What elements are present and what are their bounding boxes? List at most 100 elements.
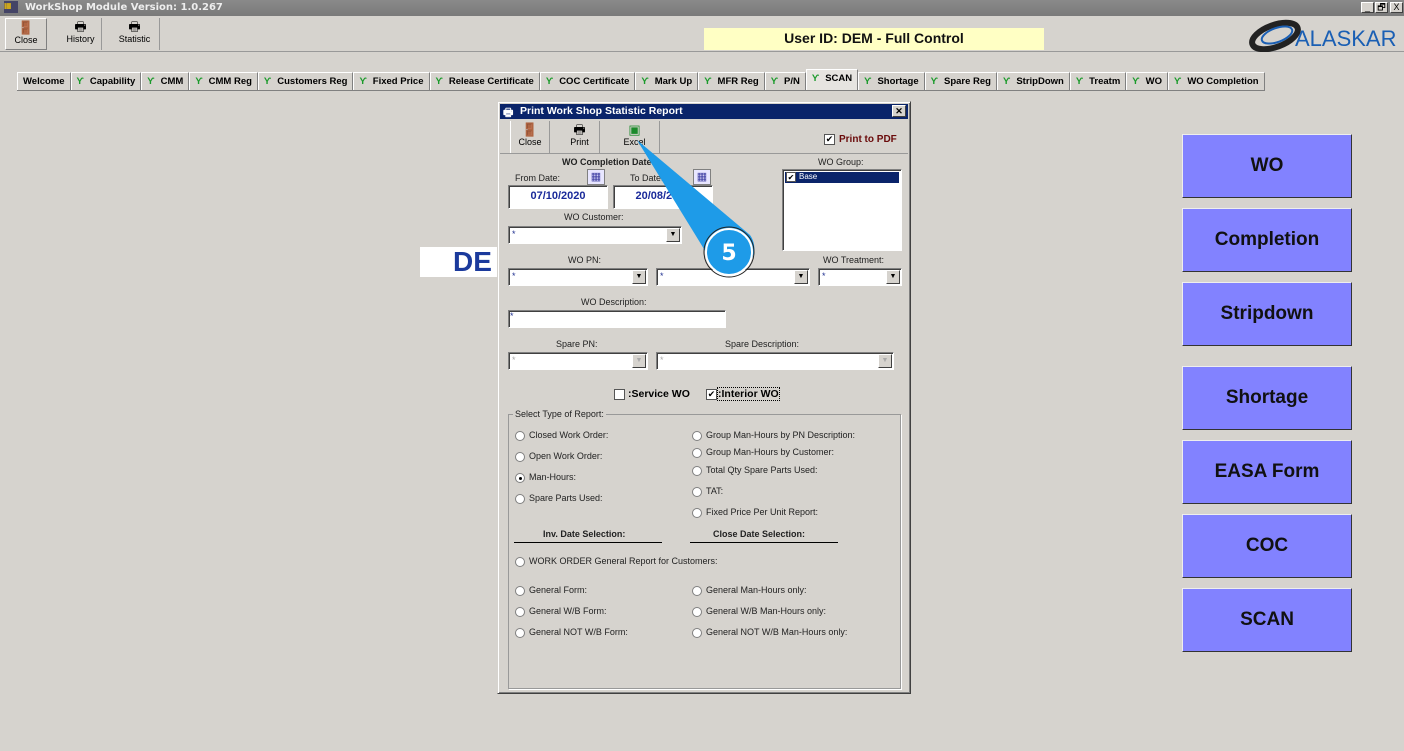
service-wo-label: :Service WO (628, 388, 690, 400)
callout-marker: 5 (637, 140, 755, 278)
print-to-pdf-checkbox[interactable]: ✔ (824, 134, 835, 145)
wo-group-list[interactable]: ✔ Base (782, 169, 902, 251)
close-date-heading: Close Date Selection: (713, 529, 806, 539)
tab-capability[interactable]: ϒ Capability (70, 72, 142, 90)
nav-button-easa-form[interactable]: EASA Form (1182, 440, 1352, 504)
report-type-radio[interactable] (692, 431, 702, 441)
pin-icon: ϒ (704, 76, 712, 87)
dialog-close-x[interactable]: ✕ (892, 105, 906, 117)
report-type-label: Total Qty Spare Parts Used: (706, 465, 818, 475)
tab-label: Spare Reg (943, 76, 991, 87)
chevron-down-icon[interactable]: ▼ (794, 270, 808, 284)
tab-customers-reg[interactable]: ϒ Customers Reg (257, 72, 354, 90)
nav-button-wo[interactable]: WO (1182, 134, 1352, 198)
tab-welcome[interactable]: Welcome (17, 72, 71, 90)
restore-button[interactable]: 🗗 (1375, 2, 1388, 13)
report-type-radio[interactable] (692, 466, 702, 476)
printer-icon: 🖶 (74, 19, 87, 34)
nav-button-scan[interactable]: SCAN (1182, 588, 1352, 652)
tab-cmm[interactable]: ϒ CMM (141, 72, 190, 90)
toolbar-statistic-button[interactable]: 🖶 Statistic (110, 18, 160, 50)
report-type-label: Group Man-Hours by Customer: (706, 447, 835, 457)
report-type-radio[interactable] (692, 448, 702, 458)
from-date-input[interactable]: 07/10/2020 (508, 185, 608, 209)
tab-shortage[interactable]: ϒ Shortage (858, 72, 925, 90)
report-type-radio[interactable] (692, 487, 702, 497)
tab-p-n[interactable]: ϒ P/N (764, 72, 806, 90)
spare-pn-combo[interactable]: * ▼ (508, 352, 648, 370)
toolbar-close-button[interactable]: 🚪 Close (5, 18, 47, 50)
tab-scan[interactable]: ϒ SCAN (805, 69, 859, 90)
toolbar-history-button[interactable]: 🖶 History (60, 18, 102, 50)
nav-button-coc[interactable]: COC (1182, 514, 1352, 578)
wo-description-input[interactable]: * (508, 310, 726, 328)
printer-icon: 🖶 (573, 122, 586, 137)
interior-wo-checkbox[interactable]: ✔ (706, 389, 717, 400)
tab-mfr-reg[interactable]: ϒ MFR Reg (698, 72, 765, 90)
tab-wo-completion[interactable]: ϒ WO Completion (1167, 72, 1265, 90)
module-tabs: Welcome ϒ Capability ϒ CMM ϒ CMM Reg ϒ Customers… (17, 69, 1265, 91)
report-type-label: General Form: (529, 585, 588, 595)
tab-label: CMM Reg (208, 76, 252, 87)
tab-treatm[interactable]: ϒ Treatm (1069, 72, 1127, 90)
tab-stripdown[interactable]: ϒ StripDown (996, 72, 1070, 90)
spare-description-combo[interactable]: * ▼ (656, 352, 894, 370)
pin-icon: ϒ (811, 73, 820, 84)
report-type-radio[interactable] (515, 494, 525, 504)
interior-wo-label: :Interior WO (717, 387, 780, 401)
tab-spare-reg[interactable]: ϒ Spare Reg (924, 72, 997, 90)
user-id-banner: User ID: DEM - Full Control (704, 28, 1044, 50)
tab-label: Mark Up (654, 76, 693, 87)
label: Close (518, 137, 542, 147)
tab-label: P/N (784, 76, 800, 87)
tab-fixed-price[interactable]: ϒ Fixed Price (353, 72, 430, 90)
tab-mark-up[interactable]: ϒ Mark Up (635, 72, 699, 90)
tab-label: Capability (89, 76, 136, 87)
divider (514, 542, 662, 543)
report-type-radio[interactable] (692, 586, 702, 596)
report-type-radio[interactable] (515, 452, 525, 462)
label: Print (570, 137, 589, 147)
nav-button-stripdown[interactable]: Stripdown (1182, 282, 1352, 346)
tab-coc-certificate[interactable]: ϒ COC Certificate (539, 72, 636, 90)
label: Close (14, 35, 38, 45)
report-type-radio[interactable] (515, 473, 525, 483)
report-type-radio[interactable] (692, 508, 702, 518)
wo-treatment-combo[interactable]: * ▼ (818, 268, 902, 286)
wo-group-item[interactable]: ✔ Base (785, 172, 899, 183)
report-type-label: General W/B Form: (529, 606, 607, 616)
report-type-radio[interactable] (515, 557, 525, 567)
door-exit-icon: 🚪 (521, 122, 539, 137)
pin-icon: ϒ (263, 76, 272, 87)
checkbox[interactable]: ✔ (786, 172, 796, 182)
report-type-radio[interactable] (692, 628, 702, 638)
wo-treatment-label: WO Treatment: (823, 255, 885, 265)
minimize-button[interactable]: _ (1361, 2, 1374, 13)
value: * (660, 355, 664, 365)
report-type-radio[interactable] (515, 431, 525, 441)
tab-wo[interactable]: ϒ WO (1126, 72, 1168, 90)
nav-button-shortage[interactable]: Shortage (1182, 366, 1352, 430)
report-type-radio[interactable] (515, 628, 525, 638)
report-type-radio[interactable] (515, 586, 525, 596)
pin-icon: ϒ (435, 76, 443, 87)
callout-number: 5 (721, 241, 736, 266)
dialog-print-button[interactable]: 🖶 Print (560, 121, 600, 153)
dialog-close-button[interactable]: 🚪 Close (510, 121, 550, 153)
report-type-label: Group Man-Hours by PN Description: (706, 430, 856, 440)
tab-cmm-reg[interactable]: ϒ CMM Reg (189, 72, 258, 90)
report-type-label: WORK ORDER General Report for Customers: (529, 556, 718, 566)
service-wo-checkbox[interactable] (614, 389, 625, 400)
printer-icon: 🖶 (128, 19, 141, 34)
wo-description-label: WO Description: (581, 297, 647, 307)
chevron-down-icon[interactable]: ▼ (632, 354, 646, 368)
tab-release-certificate[interactable]: ϒ Release Certificate (429, 72, 540, 90)
chevron-down-icon[interactable]: ▼ (878, 354, 892, 368)
nav-button-completion[interactable]: Completion (1182, 208, 1352, 272)
close-window-button[interactable]: X (1390, 2, 1403, 13)
tab-label: Customers Reg (277, 76, 348, 87)
report-type-radio[interactable] (692, 607, 702, 617)
chevron-down-icon[interactable]: ▼ (886, 270, 900, 284)
divider (690, 542, 838, 543)
report-type-radio[interactable] (515, 607, 525, 617)
